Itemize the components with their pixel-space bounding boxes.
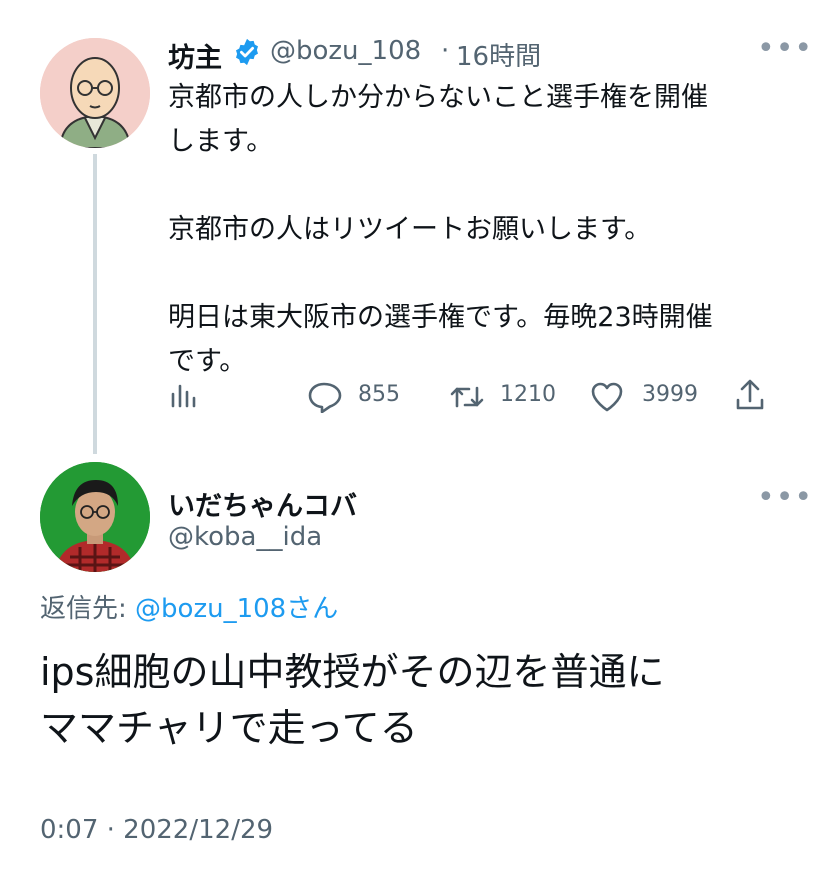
replying-to-link[interactable]: @bozu_108さん bbox=[135, 594, 338, 624]
more-options-icon[interactable]: ••• bbox=[757, 483, 813, 513]
heart-icon[interactable] bbox=[590, 381, 624, 417]
parent-avatar[interactable] bbox=[40, 38, 150, 148]
replying-to-line: 返信先: @bozu_108さん bbox=[40, 588, 338, 625]
retweet-count: 1210 bbox=[500, 382, 556, 407]
reply-count: 855 bbox=[358, 382, 400, 407]
reply-handle[interactable]: @koba__ida bbox=[168, 522, 322, 552]
share-icon[interactable] bbox=[735, 378, 765, 416]
analytics-icon[interactable] bbox=[168, 380, 198, 414]
reply-display-name[interactable]: いだちゃんコバ bbox=[168, 484, 357, 523]
bald-man-avatar-illustration bbox=[40, 38, 150, 148]
like-count: 3999 bbox=[642, 382, 698, 407]
replying-prefix: 返信先: bbox=[40, 594, 136, 624]
more-options-icon[interactable]: ••• bbox=[757, 34, 813, 64]
verified-badge-icon bbox=[232, 37, 262, 67]
parent-display-name[interactable]: 坊主 bbox=[168, 36, 222, 75]
tweet-timestamp[interactable]: 0:07 · 2022/12/29 bbox=[40, 815, 273, 845]
reply-icon[interactable] bbox=[306, 381, 342, 417]
separator-dot: · bbox=[441, 36, 450, 66]
thread-line bbox=[93, 154, 97, 454]
parent-time[interactable]: 16時間 bbox=[456, 36, 541, 73]
reply-avatar[interactable] bbox=[40, 462, 150, 572]
reply-tweet-text: ips細胞の山中教授がその辺を普通に ママチャリで走ってる bbox=[40, 650, 665, 750]
parent-handle[interactable]: @bozu_108 bbox=[270, 36, 421, 66]
person-photo-avatar bbox=[40, 462, 150, 572]
parent-tweet-text: 京都市の人しか分からないこと選手権を開催 します。 京都市の人はリツイートお願い… bbox=[168, 82, 713, 377]
retweet-icon[interactable] bbox=[449, 382, 485, 416]
